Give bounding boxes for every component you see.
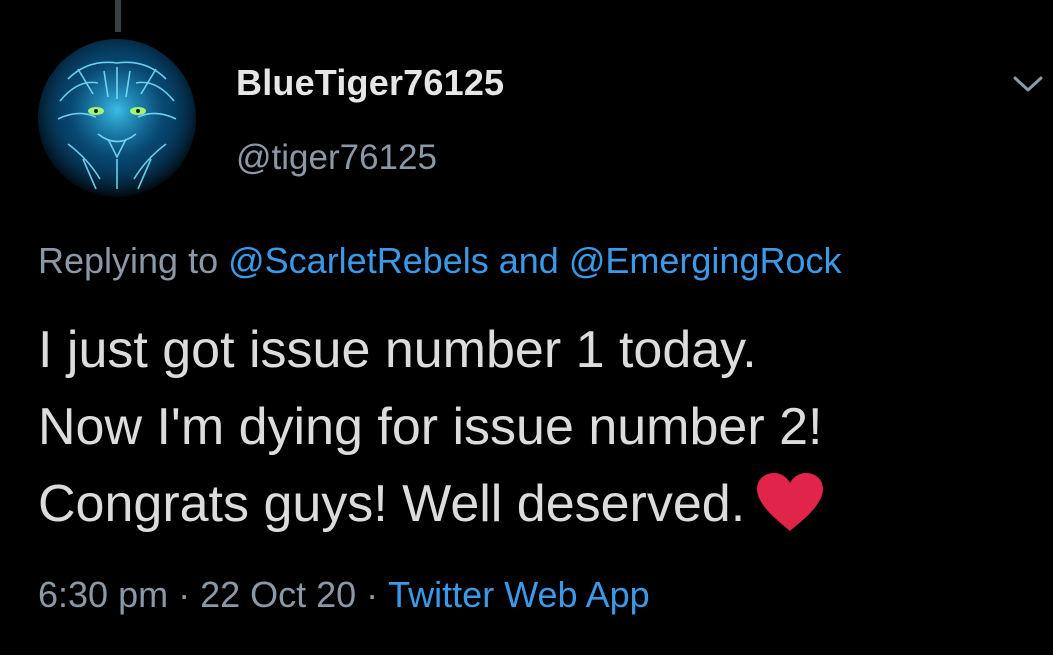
tweet-source-link[interactable]: Twitter Web App (388, 574, 649, 615)
author-handle[interactable]: @tiger76125 (236, 138, 437, 178)
reply-conjunction: and (488, 240, 569, 281)
tweet-text-line-last: Congrats guys! Well deserved. (38, 466, 1038, 543)
meta-separator: · (178, 574, 191, 615)
tweet-text-line: Now I'm dying for issue number 2! (38, 398, 823, 456)
avatar[interactable] (38, 39, 196, 197)
tweet-meta: 6:30 pm · 22 Oct 20 · Twitter Web App (38, 574, 650, 616)
tweet-time[interactable]: 6:30 pm (38, 574, 168, 615)
chevron-down-icon (1013, 76, 1043, 92)
tweet-menu-button[interactable] (1010, 70, 1046, 98)
thread-connector-line (115, 0, 121, 32)
mention-link[interactable]: @EmergingRock (569, 240, 842, 281)
replying-to: Replying to @ScarletRebels and @Emerging… (38, 240, 841, 282)
replying-to-prefix: Replying to (38, 240, 229, 281)
tiger-icon (38, 39, 196, 197)
mention-link[interactable]: @ScarletRebels (228, 240, 489, 281)
tweet-text-line: I just got issue number 1 today. (38, 321, 757, 379)
tweet-text-line: Congrats guys! Well deserved. (38, 475, 746, 533)
heart-icon (755, 471, 825, 533)
author-display-name[interactable]: BlueTiger76125 (236, 62, 504, 104)
meta-separator: · (366, 574, 379, 615)
tweet-text: I just got issue number 1 today. Now I'm… (38, 312, 1038, 543)
tweet-date[interactable]: 22 Oct 20 (200, 574, 356, 615)
